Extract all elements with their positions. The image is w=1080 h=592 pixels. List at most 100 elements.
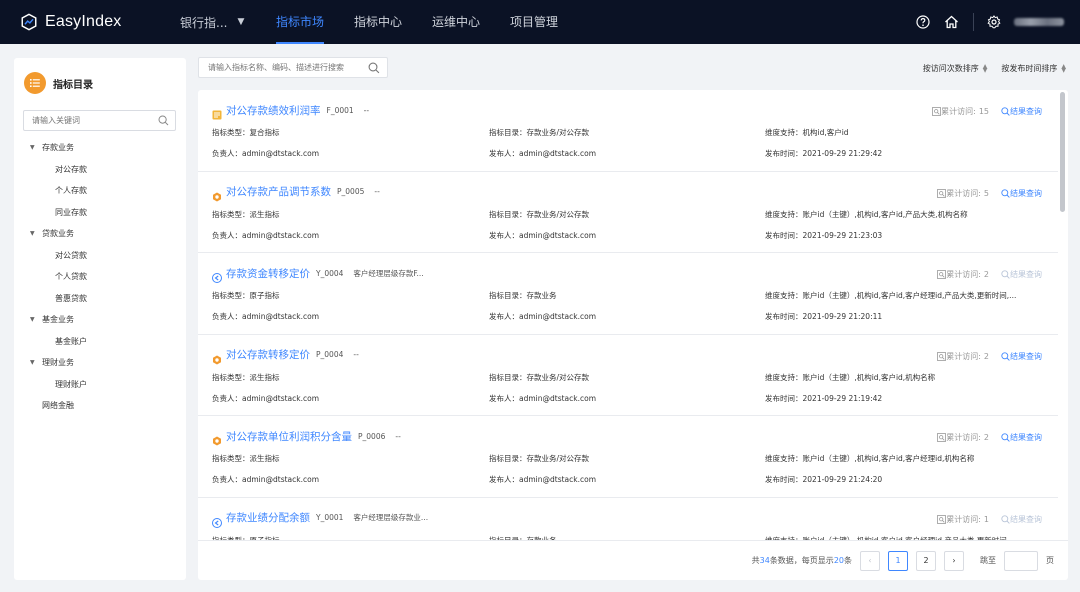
tree-node-child[interactable]: 个人贷款 <box>14 266 186 288</box>
indicator-card[interactable]: 对公存款绩效利润率 F_0001 -- 累计访问: 15 结果查询 指标类型：复合指标 指标目… <box>198 90 1058 172</box>
result-query-button[interactable]: 结果查询 <box>1001 106 1042 117</box>
app-logo[interactable]: EasyIndex <box>20 13 170 31</box>
indicator-card[interactable]: 对公存款转移定价 P_0004 -- 累计访问: 2 结果查询 指标类型：派生指标 指标目录：… <box>198 335 1058 416</box>
tree-node-parent[interactable]: ▼ 基金业务 <box>14 309 186 331</box>
tree-node-label: 基金业务 <box>42 315 74 325</box>
result-query-button[interactable]: 结果查询 <box>1001 432 1042 443</box>
indicator-card[interactable]: 存款资金转移定价 Y_0004 客户经理层级存款F... 累计访问: 2 结果查询 指标类型… <box>198 253 1058 335</box>
sidebar-header: 指标目录 <box>14 58 186 94</box>
visit-count: 累计访问: 2 <box>937 269 989 280</box>
list-scrollbar[interactable] <box>1060 92 1065 212</box>
nav-item-ops-center[interactable]: 运维中心 <box>432 0 480 44</box>
project-selector[interactable]: 银行指... ▼ <box>180 14 260 31</box>
sort-arrows-icon: ▲ ▼ <box>1061 62 1066 74</box>
indicator-card[interactable]: 对公存款产品调节系数 P_0005 -- 累计访问: 5 结果查询 指标类型：派生指标 指标目… <box>198 172 1058 253</box>
caret-down-icon[interactable]: ▼ <box>30 230 42 237</box>
nav-item-indicator-center[interactable]: 指标中心 <box>354 0 402 44</box>
result-query-button[interactable]: 结果查询 <box>1001 269 1042 280</box>
nav-item-indicator-market[interactable]: 指标市场 <box>276 0 325 44</box>
gear-icon[interactable] <box>986 14 1002 30</box>
indicator-cards: 对公存款绩效利润率 F_0001 -- 累计访问: 15 结果查询 指标类型：复合指标 指标目… <box>198 90 1058 540</box>
tree-node-label: 理财账户 <box>55 379 87 389</box>
tree-node-label: 存款业务 <box>42 143 74 153</box>
indicator-code: P_0005 <box>337 187 365 196</box>
tree-node-parent[interactable]: ▼ 贷款业务 <box>14 223 186 245</box>
result-query-label: 结果查询 <box>1010 270 1042 279</box>
card-title-row: 存款资金转移定价 Y_0004 客户经理层级存款F... <box>212 265 1058 283</box>
visit-count-label: 累计访问: <box>946 188 981 198</box>
page-button-1[interactable]: 1 <box>888 550 908 571</box>
indicator-catalog: 指标目录：存款业务/对公存款 <box>489 454 590 463</box>
result-query-button[interactable]: 结果查询 <box>1001 188 1042 199</box>
publish-time: 发布时间：2021-09-29 21:23:03 <box>765 230 883 240</box>
card-meta: 指标类型：派生指标 指标目录：存款业务/对公存款 维度支持：账户id（主键）,机构i… <box>212 204 1058 246</box>
app-name: EasyIndex <box>45 13 122 30</box>
tree-node-parent[interactable]: ▼ 存款业务 <box>14 137 186 159</box>
caret-down-icon[interactable]: ▼ <box>30 316 42 323</box>
project-name: 银行指... <box>180 15 228 30</box>
result-query-button[interactable]: 结果查询 <box>1001 351 1042 362</box>
publish-time: 发布时间：2021-09-29 21:24:20 <box>765 475 883 484</box>
visit-count: 累计访问: 2 <box>937 351 989 362</box>
tree-node-child[interactable]: 对公贷款 <box>14 245 186 267</box>
visit-icon <box>937 270 947 279</box>
tree-node-child[interactable]: 理财账户 <box>14 374 186 396</box>
sort-arrows-icon: ▲ ▼ <box>982 62 988 74</box>
jump-page-input[interactable] <box>1004 550 1038 571</box>
indicator-name-link[interactable]: 对公存款产品调节系数 <box>226 184 331 199</box>
indicator-name-link[interactable]: 存款业绩分配余额 <box>226 510 310 525</box>
caret-down-icon[interactable]: ▼ <box>30 144 42 151</box>
indicator-card[interactable]: 存款业绩分配余额 Y_0001 客户经理层级存款业... 累计访问: 1 结果查询 指标类型… <box>198 498 1058 540</box>
sort-by-time-button[interactable]: 按发布时间排序 ▲ ▼ <box>1001 63 1066 74</box>
tree-node-child[interactable]: 普惠贷款 <box>14 288 186 310</box>
indicator-name-link[interactable]: 对公存款绩效利润率 <box>226 103 321 118</box>
result-query-label: 结果查询 <box>1010 514 1042 524</box>
indicator-name-link[interactable]: 对公存款转移定价 <box>226 347 310 362</box>
atomic-icon <box>212 513 222 528</box>
owner: 负责人：admin@dtstack.com <box>212 393 320 403</box>
page-button-2[interactable]: 2 <box>916 550 936 571</box>
indicator-card[interactable]: 对公存款单位利润积分含量 P_0006 -- 累计访问: 2 结果查询 指标类型：派生指标指… <box>198 416 1058 498</box>
sort-by-visits-button[interactable]: 按访问次数排序 ▲ ▼ <box>923 63 988 74</box>
help-icon[interactable] <box>915 14 931 30</box>
visit-count-label: 累计访问: <box>946 433 981 442</box>
caret-down-icon[interactable]: ▼ <box>30 359 42 366</box>
tree-node-child[interactable]: 基金账户 <box>14 331 186 353</box>
nav-item-project-management[interactable]: 项目管理 <box>510 0 558 44</box>
pager-page-size[interactable]: 20 <box>834 556 844 565</box>
sidebar-title: 指标目录 <box>53 79 93 91</box>
tree-node-flat[interactable]: 网络金融 <box>14 395 186 417</box>
pager-prefix: 共 <box>751 556 760 565</box>
tree-node-child[interactable]: 同业存款 <box>14 202 186 224</box>
visit-count-label: 累计访问: <box>941 107 976 116</box>
indicator-name-link[interactable]: 存款资金转移定价 <box>226 266 310 281</box>
indicator-code: Y_0004 <box>316 268 344 278</box>
indicator-type: 指标类型：派生指标 <box>212 372 280 382</box>
tree-node-parent[interactable]: ▼ 理财业务 <box>14 352 186 374</box>
indicator-catalog: 指标目录：存款业务/对公存款 <box>489 372 590 382</box>
tree-node-label: 个人贷款 <box>55 272 87 282</box>
sidebar-search-input[interactable] <box>32 116 152 125</box>
user-name-redacted[interactable] <box>1014 18 1064 26</box>
indicator-search-input[interactable] <box>208 63 363 72</box>
search-icon[interactable] <box>158 115 169 126</box>
next-page-button[interactable]: › <box>944 550 964 571</box>
card-actions: 累计访问: 15 结果查询 <box>932 106 1042 117</box>
indicator-name-link[interactable]: 对公存款单位利润积分含量 <box>226 429 352 444</box>
home-icon[interactable] <box>943 14 959 30</box>
result-query-button[interactable]: 结果查询 <box>1001 514 1042 525</box>
dimension-support: 维度支持：账户id（主键）,机构id,客户id,产品大类,机构名称 <box>765 209 968 219</box>
tree-node-label: 个人存款 <box>55 186 87 196</box>
card-actions: 累计访问: 1 结果查询 <box>937 514 1042 525</box>
tree-node-child[interactable]: 个人存款 <box>14 180 186 202</box>
prev-page-button[interactable]: ‹ <box>860 550 880 571</box>
pager-suffix: 条 <box>844 556 852 565</box>
top-right-tools <box>915 0 1080 44</box>
tree-node-label: 普惠贷款 <box>55 293 87 303</box>
indicator-list-panel: 对公存款绩效利润率 F_0001 -- 累计访问: 15 结果查询 指标类型：复合指标 指标目… <box>198 90 1068 580</box>
tree-node-label: 同业存款 <box>55 207 87 217</box>
indicator-type: 指标类型：派生指标 <box>212 209 280 219</box>
search-icon[interactable] <box>368 62 380 74</box>
tree-node-child[interactable]: 对公存款 <box>14 159 186 181</box>
sort-controls: 按访问次数排序 ▲ ▼ 按发布时间排序 ▲ ▼ <box>909 63 1066 74</box>
